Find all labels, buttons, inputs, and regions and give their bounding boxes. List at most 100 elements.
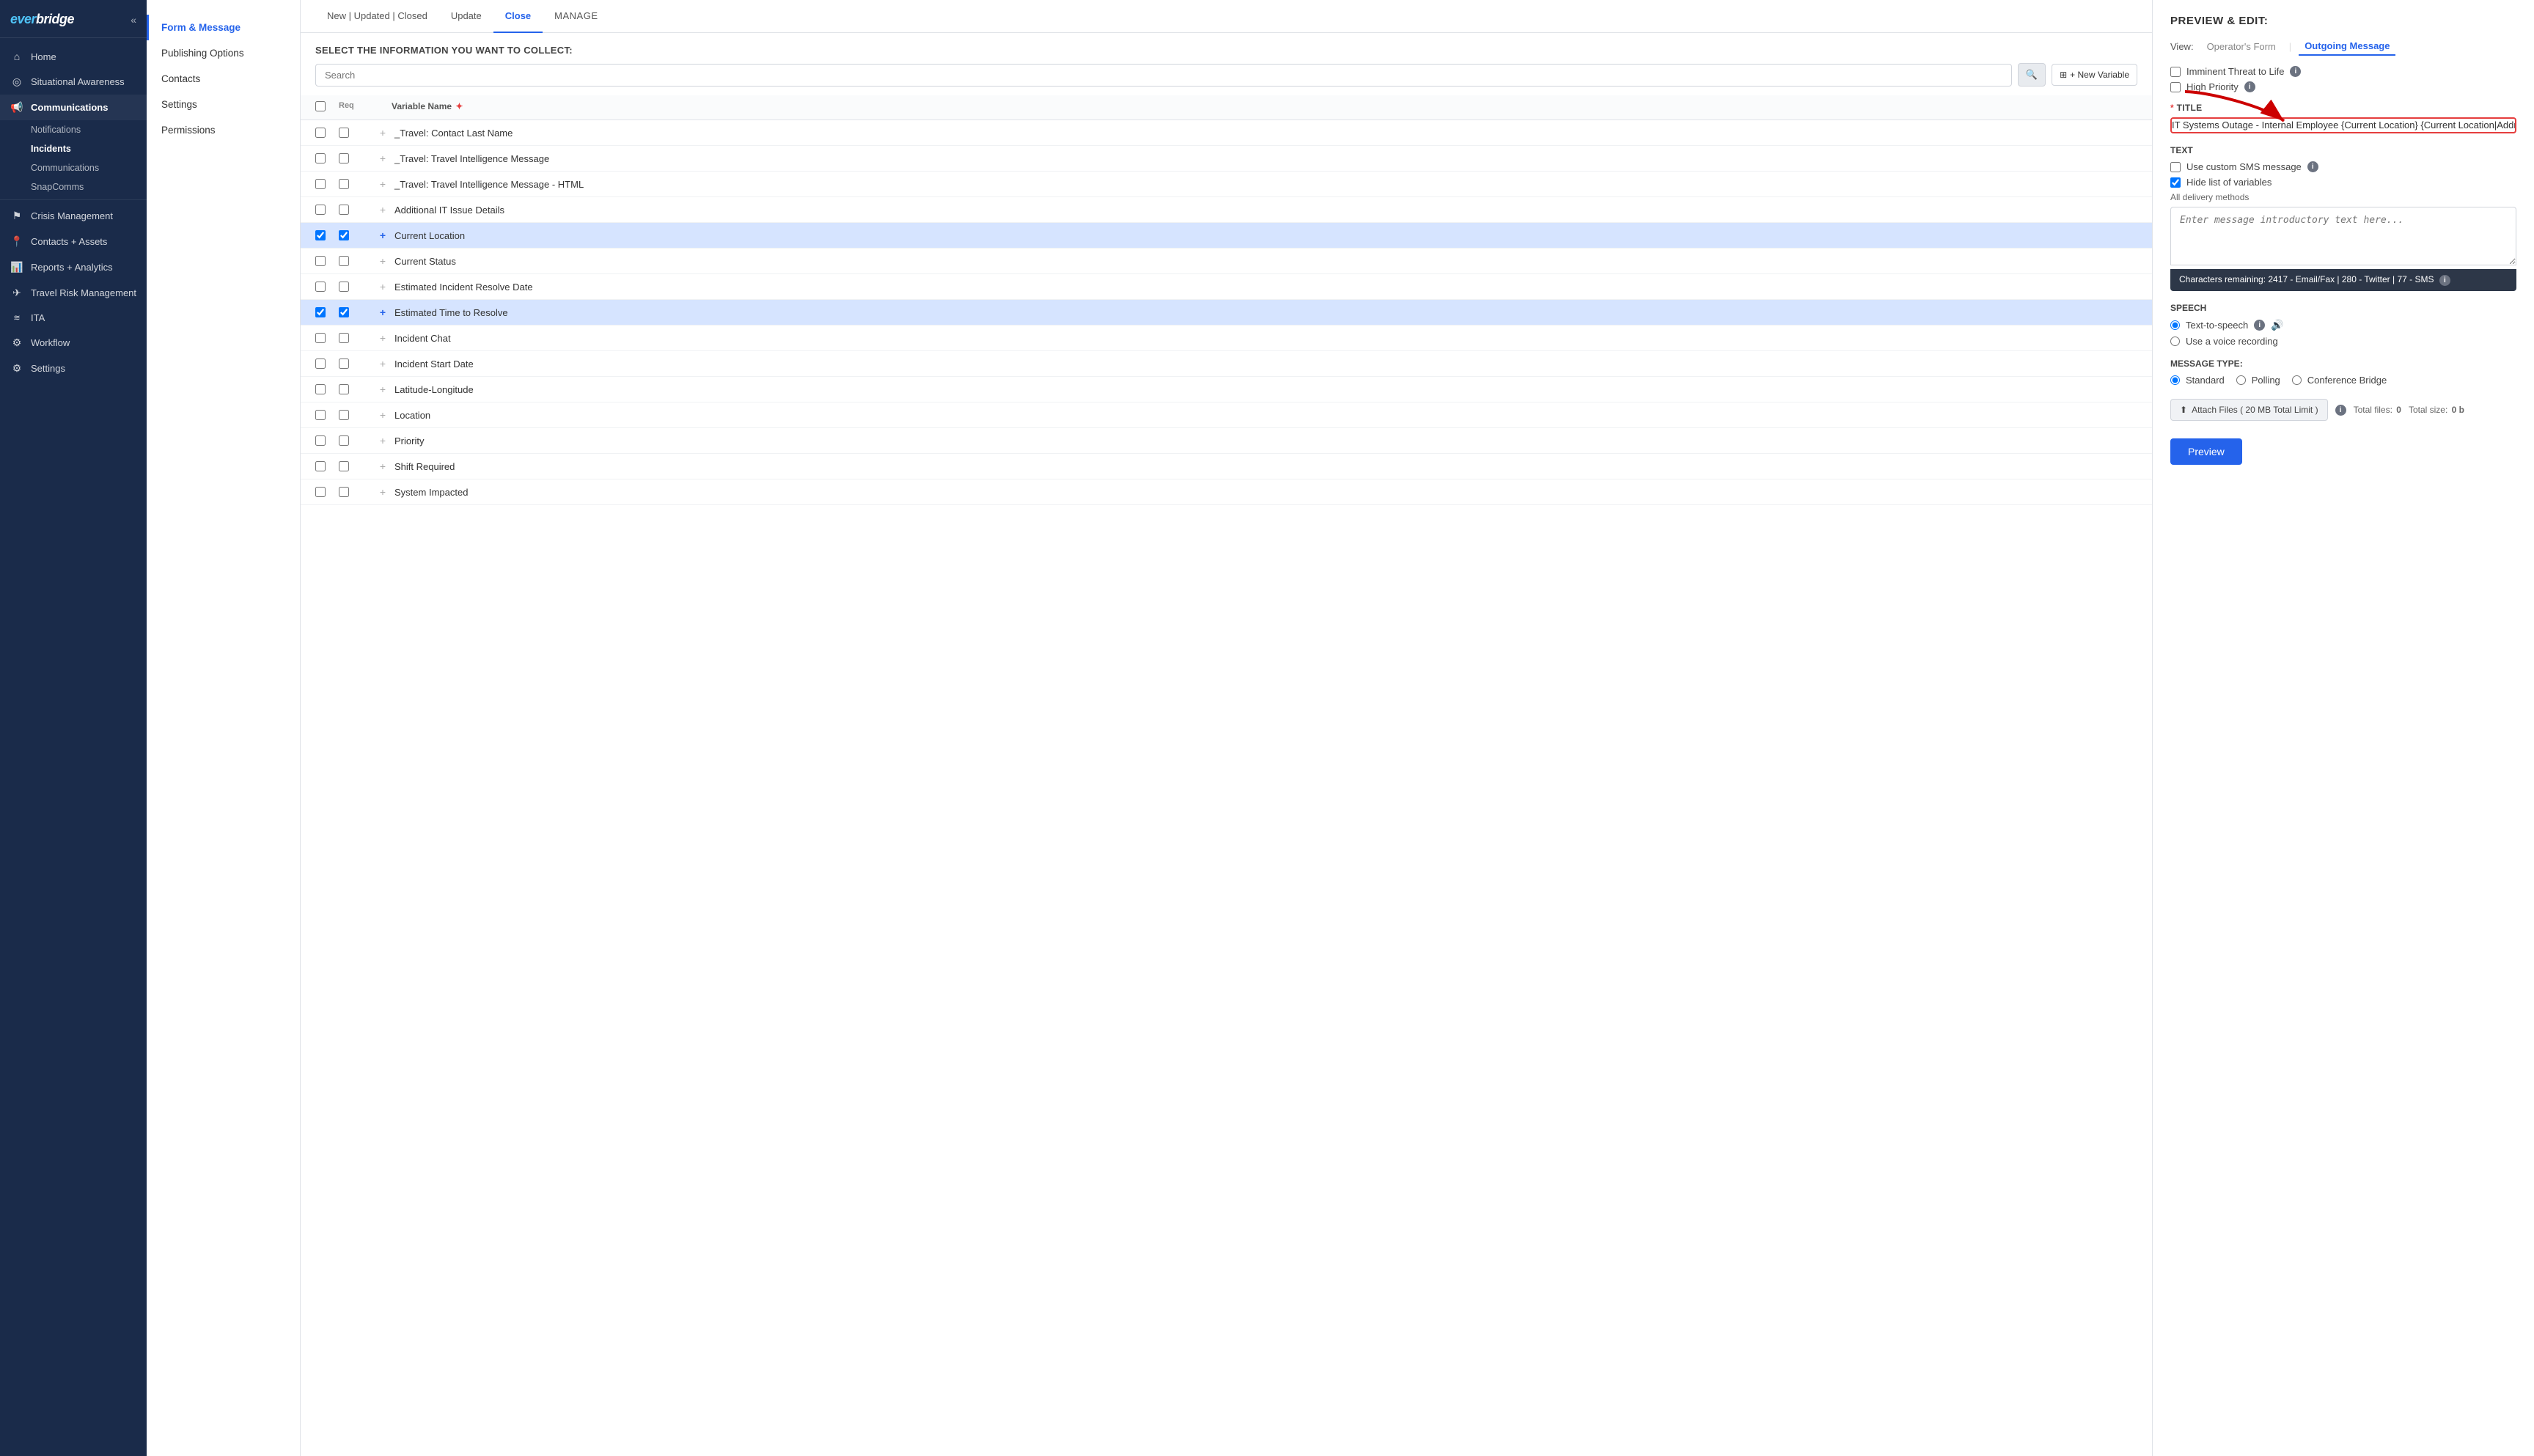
sidebar-subitem-incidents[interactable]: Incidents bbox=[0, 139, 147, 158]
sidebar-item-crisis-management[interactable]: ⚑ Crisis Management bbox=[0, 203, 147, 229]
row-req-13[interactable] bbox=[339, 435, 356, 446]
subnav-settings[interactable]: Settings bbox=[147, 92, 300, 117]
header-select-all[interactable] bbox=[315, 101, 339, 114]
attach-files-button[interactable]: ⬆ Attach Files ( 20 MB Total Limit ) bbox=[2170, 399, 2328, 421]
row-checkbox-8[interactable] bbox=[315, 307, 326, 317]
row-checkbox-outer-9[interactable] bbox=[315, 333, 339, 343]
row-req-2[interactable] bbox=[339, 153, 356, 163]
imminent-threat-info-icon[interactable]: i bbox=[2290, 66, 2301, 77]
row-checkbox-10[interactable] bbox=[315, 359, 326, 369]
hide-list-checkbox[interactable] bbox=[2170, 177, 2181, 188]
preview-button[interactable]: Preview bbox=[2170, 438, 2242, 465]
tts-info-icon[interactable]: i bbox=[2254, 320, 2265, 331]
new-variable-button[interactable]: ⊞ + New Variable bbox=[2052, 64, 2137, 86]
row-plus-2[interactable]: + bbox=[374, 152, 392, 164]
row-req-14[interactable] bbox=[339, 461, 356, 471]
row-checkbox-4[interactable] bbox=[315, 205, 326, 215]
row-req-1[interactable] bbox=[339, 128, 356, 138]
row-plus-11[interactable]: + bbox=[374, 383, 392, 395]
tab-new-updated-closed[interactable]: New | Updated | Closed bbox=[315, 0, 439, 33]
row-checkbox-outer-11[interactable] bbox=[315, 384, 339, 394]
collapse-sidebar-button[interactable]: « bbox=[131, 14, 136, 26]
sidebar-subitem-snapcomms[interactable]: SnapComms bbox=[0, 177, 147, 196]
conference-bridge-radio[interactable] bbox=[2292, 375, 2302, 385]
row-req-15[interactable] bbox=[339, 487, 356, 497]
row-plus-9[interactable]: + bbox=[374, 332, 392, 344]
sidebar-item-reports[interactable]: 📊 Reports + Analytics bbox=[0, 254, 147, 280]
row-req-checkbox-12[interactable] bbox=[339, 410, 349, 420]
subnav-permissions[interactable]: Permissions bbox=[147, 117, 300, 143]
row-checkbox-outer-1[interactable] bbox=[315, 128, 339, 138]
sidebar-item-contacts-assets[interactable]: 📍 Contacts + Assets bbox=[0, 229, 147, 254]
row-req-checkbox-1[interactable] bbox=[339, 128, 349, 138]
row-checkbox-15[interactable] bbox=[315, 487, 326, 497]
char-count-info-icon[interactable]: i bbox=[2439, 275, 2450, 286]
view-outgoing-message[interactable]: Outgoing Message bbox=[2299, 37, 2395, 56]
row-req-checkbox-2[interactable] bbox=[339, 153, 349, 163]
row-checkbox-13[interactable] bbox=[315, 435, 326, 446]
row-req-4[interactable] bbox=[339, 205, 356, 215]
use-custom-sms-checkbox[interactable] bbox=[2170, 162, 2181, 172]
row-checkbox-outer-12[interactable] bbox=[315, 410, 339, 420]
sidebar-item-settings[interactable]: ⚙ Settings bbox=[0, 356, 147, 381]
subnav-form-message[interactable]: Form & Message bbox=[147, 15, 300, 40]
row-plus-13[interactable]: + bbox=[374, 435, 392, 446]
polling-radio[interactable] bbox=[2236, 375, 2246, 385]
row-checkbox-outer-3[interactable] bbox=[315, 179, 339, 189]
text-to-speech-radio[interactable] bbox=[2170, 320, 2180, 330]
row-checkbox-7[interactable] bbox=[315, 282, 326, 292]
attach-info-icon[interactable]: i bbox=[2335, 405, 2346, 416]
search-input[interactable] bbox=[315, 64, 2012, 87]
sidebar-subitem-comms[interactable]: Communications bbox=[0, 158, 147, 177]
row-req-checkbox-6[interactable] bbox=[339, 256, 349, 266]
row-checkbox-outer-13[interactable] bbox=[315, 435, 339, 446]
view-operators-form[interactable]: Operator's Form bbox=[2201, 38, 2282, 55]
sidebar-item-situational-awareness[interactable]: ◎ Situational Awareness bbox=[0, 69, 147, 95]
row-plus-3[interactable]: + bbox=[374, 178, 392, 190]
title-input[interactable] bbox=[2172, 120, 2515, 130]
sidebar-item-ita[interactable]: ≋ ITA bbox=[0, 306, 147, 330]
message-textarea[interactable] bbox=[2170, 207, 2516, 265]
row-req-7[interactable] bbox=[339, 282, 356, 292]
row-req-9[interactable] bbox=[339, 333, 356, 343]
select-all-checkbox[interactable] bbox=[315, 101, 326, 111]
high-priority-checkbox[interactable] bbox=[2170, 82, 2181, 92]
row-req-checkbox-7[interactable] bbox=[339, 282, 349, 292]
row-checkbox-outer-14[interactable] bbox=[315, 461, 339, 471]
sidebar-item-travel-risk[interactable]: ✈ Travel Risk Management bbox=[0, 280, 147, 306]
row-plus-4[interactable]: + bbox=[374, 204, 392, 216]
row-checkbox-1[interactable] bbox=[315, 128, 326, 138]
row-checkbox-outer-6[interactable] bbox=[315, 256, 339, 266]
row-checkbox-11[interactable] bbox=[315, 384, 326, 394]
row-checkbox-outer-10[interactable] bbox=[315, 359, 339, 369]
row-req-8[interactable] bbox=[339, 307, 356, 317]
voice-recording-radio[interactable] bbox=[2170, 337, 2180, 346]
imminent-threat-checkbox[interactable] bbox=[2170, 67, 2181, 77]
row-checkbox-outer-15[interactable] bbox=[315, 487, 339, 497]
custom-sms-info-icon[interactable]: i bbox=[2307, 161, 2318, 172]
row-req-3[interactable] bbox=[339, 179, 356, 189]
row-plus-1[interactable]: + bbox=[374, 127, 392, 139]
sidebar-item-home[interactable]: ⌂ Home bbox=[0, 44, 147, 69]
row-plus-5[interactable]: + bbox=[374, 229, 392, 241]
row-plus-10[interactable]: + bbox=[374, 358, 392, 369]
row-checkbox-outer-8[interactable] bbox=[315, 307, 339, 317]
row-checkbox-2[interactable] bbox=[315, 153, 326, 163]
subnav-publishing-options[interactable]: Publishing Options bbox=[147, 40, 300, 66]
row-req-checkbox-10[interactable] bbox=[339, 359, 349, 369]
row-plus-12[interactable]: + bbox=[374, 409, 392, 421]
row-req-checkbox-9[interactable] bbox=[339, 333, 349, 343]
tab-update[interactable]: Update bbox=[439, 0, 493, 33]
row-plus-8[interactable]: + bbox=[374, 306, 392, 318]
row-req-checkbox-3[interactable] bbox=[339, 179, 349, 189]
row-checkbox-outer-2[interactable] bbox=[315, 153, 339, 163]
row-plus-15[interactable]: + bbox=[374, 486, 392, 498]
row-req-5[interactable] bbox=[339, 230, 356, 240]
row-checkbox-3[interactable] bbox=[315, 179, 326, 189]
row-checkbox-14[interactable] bbox=[315, 461, 326, 471]
sidebar-item-communications[interactable]: 📢 Communications bbox=[0, 95, 147, 120]
row-req-checkbox-14[interactable] bbox=[339, 461, 349, 471]
row-req-checkbox-5[interactable] bbox=[339, 230, 349, 240]
row-req-11[interactable] bbox=[339, 384, 356, 394]
row-req-10[interactable] bbox=[339, 359, 356, 369]
